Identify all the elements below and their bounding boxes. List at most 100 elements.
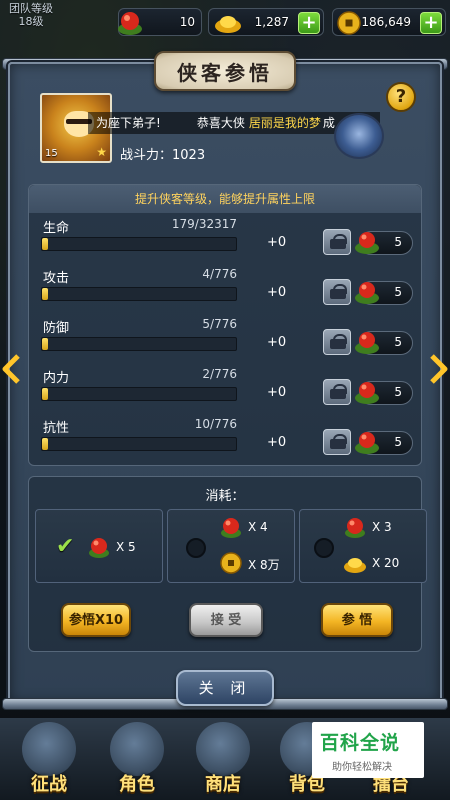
attribute-cost: 5	[355, 381, 413, 405]
lock-icon[interactable]	[323, 379, 351, 405]
marquee-player-name: 居丽是我的梦	[248, 116, 321, 130]
nav-shop[interactable]: 商店	[188, 770, 258, 796]
nav-battle[interactable]: 征战	[14, 770, 84, 796]
radio-option-3[interactable]	[314, 538, 334, 558]
attribute-cost-value: 5	[394, 285, 402, 299]
combat-power: 战斗力：1023	[120, 148, 206, 163]
accept-button[interactable]: 接 受	[189, 603, 263, 637]
lock-icon[interactable]	[323, 429, 351, 455]
shop-icon	[196, 722, 250, 776]
option1-peach-cost: X 5	[116, 540, 136, 554]
arrow-right-icon[interactable]	[430, 354, 448, 384]
attribute-value: 5/776	[202, 317, 237, 331]
gold-ingot-count: 1,287	[254, 15, 289, 29]
consume-title: 消耗：	[205, 489, 245, 504]
attribute-progress-fill	[42, 438, 48, 450]
consume-option-1[interactable]: ✔ X 5	[35, 509, 163, 583]
battle-icon	[22, 722, 76, 776]
attribute-progress-fill	[42, 338, 48, 350]
watermark: 百科全说 助你轻松解决	[312, 722, 424, 778]
attributes-header: 提升侠客等级，能够提升属性上限	[29, 185, 421, 213]
peach-icon	[355, 332, 379, 354]
team-level: 团队等级 18级	[6, 2, 56, 28]
marquee-part2: 恭喜大侠	[196, 116, 245, 130]
attribute-cost: 5	[355, 281, 413, 305]
rank-badge-icon	[334, 113, 384, 159]
attribute-value: 4/776	[202, 267, 237, 281]
option3-peach-cost: X 3	[372, 520, 392, 534]
peach-icon	[355, 232, 379, 254]
attribute-bonus: +0	[267, 235, 287, 250]
attribute-progress-bar	[41, 237, 237, 251]
add-gold-button[interactable]: +	[298, 12, 320, 34]
attribute-cost-value: 5	[394, 385, 402, 399]
attribute-row: 攻击 4/776 +0 5	[29, 267, 423, 311]
gold-ingot-icon	[344, 558, 366, 573]
attribute-progress-fill	[42, 238, 48, 250]
option2-coin-cost: X 8万	[248, 558, 280, 572]
attribute-progress-bar	[41, 387, 237, 401]
peach-icon	[89, 538, 109, 558]
coin-count: 186,649	[361, 15, 411, 29]
gold-ingot-icon	[215, 16, 241, 33]
attribute-name: 内力	[43, 371, 70, 386]
attribute-row: 内力 2/776 +0 5	[29, 367, 423, 411]
character-icon	[110, 722, 164, 776]
add-coin-button[interactable]: +	[420, 12, 442, 34]
attribute-bonus: +0	[267, 335, 287, 350]
comprehend-x10-button[interactable]: 参悟X10	[61, 603, 131, 637]
consume-option-2[interactable]: X 4 X 8万	[167, 509, 295, 583]
attribute-name: 攻击	[43, 271, 70, 286]
attribute-row: 生命 179/32317 +0 5	[29, 217, 423, 261]
peach-icon	[355, 282, 379, 304]
peach-icon	[355, 432, 379, 454]
team-level-value: 18级	[18, 15, 44, 28]
attribute-progress-bar	[41, 437, 237, 451]
peach-resource: 10	[118, 8, 202, 36]
dialog-title: 侠客参悟	[154, 51, 296, 91]
close-button[interactable]: 关 闭	[176, 670, 274, 706]
attribute-progress-bar	[41, 337, 237, 351]
gold-ingot-resource: 1,287 +	[208, 8, 324, 36]
resource-bar: 团队等级 18级 10 1,287 + 186,649 +	[0, 0, 450, 42]
marquee-part1: 为座下弟子!	[96, 116, 161, 130]
comprehend-button[interactable]: 参 悟	[321, 603, 393, 637]
attribute-bonus: +0	[267, 385, 287, 400]
attribute-cost-value: 5	[394, 235, 402, 249]
watermark-title: 百科全说	[320, 732, 401, 754]
peach-count: 10	[179, 15, 195, 29]
attribute-progress-bar	[41, 287, 237, 301]
attribute-cost: 5	[355, 431, 413, 455]
lock-icon[interactable]	[323, 329, 351, 355]
coin-icon	[337, 11, 361, 35]
attribute-value: 2/776	[202, 367, 237, 381]
attribute-progress-fill	[42, 388, 48, 400]
watermark-subtitle: 助你轻松解决	[332, 762, 392, 773]
consume-section: 消耗： ✔ X 5 X 4 X 8万 X 3 X 20 参悟X10 接 受 参 …	[28, 476, 427, 652]
lock-icon[interactable]	[323, 279, 351, 305]
attribute-name: 防御	[43, 321, 70, 336]
attribute-row: 抗性 10/776 +0 5	[29, 417, 423, 461]
attribute-cost-value: 5	[394, 435, 402, 449]
attribute-row: 防御 5/776 +0 5	[29, 317, 423, 361]
hero-level: 15	[45, 148, 58, 159]
arrow-left-icon[interactable]	[2, 354, 20, 384]
nav-character[interactable]: 角色	[102, 770, 172, 796]
coin-resource: 186,649 +	[332, 8, 446, 36]
team-level-label: 团队等级	[9, 2, 53, 15]
coin-icon	[220, 552, 242, 574]
marquee-part3: 成	[322, 116, 335, 130]
help-button[interactable]: ?	[386, 82, 416, 112]
attribute-progress-fill	[42, 288, 48, 300]
consume-option-3[interactable]: X 3 X 20	[299, 509, 427, 583]
lock-icon[interactable]	[323, 229, 351, 255]
attribute-name: 生命	[43, 221, 70, 236]
attributes-section: 提升侠客等级，能够提升属性上限 生命 179/32317 +0 5 攻击 4/7…	[28, 184, 422, 466]
peach-icon	[345, 518, 365, 538]
attribute-cost-value: 5	[394, 335, 402, 349]
attribute-bonus: +0	[267, 285, 287, 300]
peach-icon	[355, 382, 379, 404]
peach-icon	[221, 518, 241, 538]
attribute-cost: 5	[355, 231, 413, 255]
radio-option-2[interactable]	[186, 538, 206, 558]
